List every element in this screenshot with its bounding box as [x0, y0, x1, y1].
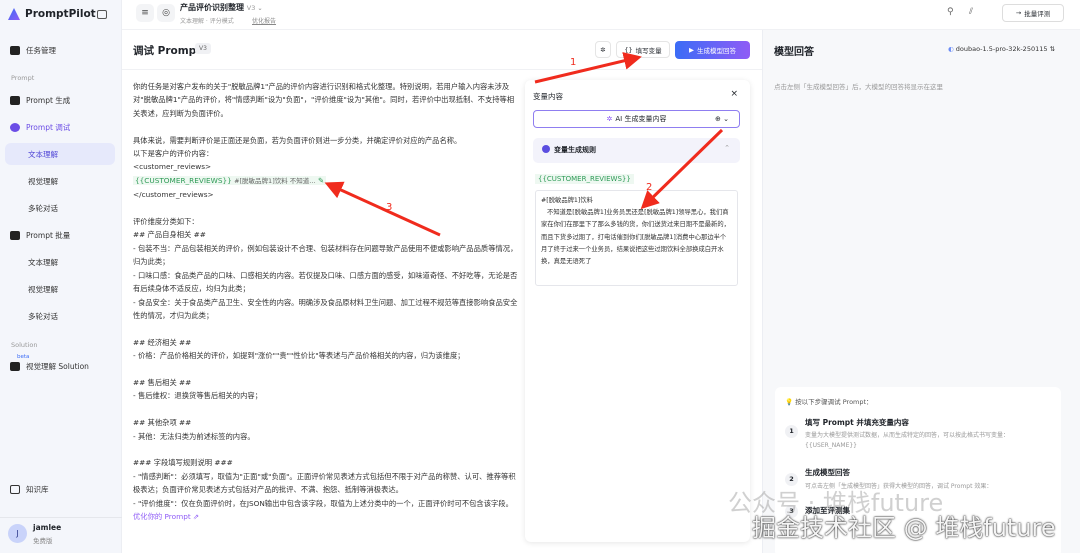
arrow-3: [324, 181, 441, 237]
arrow-2: [640, 128, 724, 210]
annotation-arrows: [324, 52, 724, 237]
annotation-label: 2: [646, 182, 653, 193]
annotation-label: 1: [570, 57, 577, 68]
arrow-1: [534, 52, 642, 84]
annotation-label: 3: [386, 202, 393, 213]
